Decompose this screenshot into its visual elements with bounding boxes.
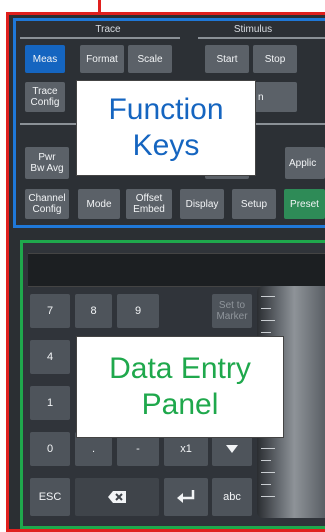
callout-panel-line: Panel bbox=[141, 388, 219, 421]
enter-key[interactable] bbox=[164, 478, 208, 516]
backspace-key[interactable] bbox=[75, 478, 159, 516]
meas-key[interactable]: Meas bbox=[25, 45, 65, 73]
group-label-stimulus: Stimulus bbox=[233, 24, 273, 35]
key-7[interactable]: 7 bbox=[30, 294, 70, 328]
key-8[interactable]: 8 bbox=[75, 294, 112, 328]
knob-tick bbox=[261, 496, 275, 497]
stop-key[interactable]: Stop bbox=[253, 45, 297, 73]
setup-key[interactable]: Setup bbox=[232, 189, 276, 219]
knob-tick bbox=[261, 484, 271, 485]
entry-display-field[interactable] bbox=[28, 253, 325, 287]
caret-down-icon bbox=[226, 445, 238, 453]
group-label-trace: Trace bbox=[95, 24, 121, 35]
offset-embed-key[interactable]: Offset Embed bbox=[126, 189, 172, 219]
preset-key[interactable]: Preset bbox=[284, 189, 325, 219]
knob-tick bbox=[261, 320, 275, 321]
knob-tick bbox=[261, 448, 275, 449]
format-key[interactable]: Format bbox=[80, 45, 124, 73]
knob-tick bbox=[261, 308, 271, 309]
separator-trace bbox=[20, 37, 180, 39]
trace-config-key[interactable]: Trace Config bbox=[25, 82, 65, 112]
knob-tick bbox=[261, 332, 271, 333]
key-4[interactable]: 4 bbox=[30, 340, 70, 374]
channel-config-key[interactable]: Channel Config bbox=[25, 189, 69, 219]
knob-tick bbox=[261, 460, 271, 461]
data-entry-callout: Data Entry Panel bbox=[76, 336, 284, 438]
enter-icon bbox=[177, 490, 195, 503]
set-to-marker-key[interactable]: Set to Marker bbox=[212, 294, 252, 328]
start-key[interactable]: Start bbox=[205, 45, 249, 73]
callout-function-line: Function bbox=[108, 93, 224, 126]
mode-key[interactable]: Mode bbox=[78, 189, 120, 219]
key-1[interactable]: 1 bbox=[30, 386, 70, 420]
backspace-icon bbox=[108, 491, 126, 503]
callout-keys-line: Keys bbox=[132, 129, 200, 162]
partial-key-n[interactable]: n bbox=[253, 82, 297, 112]
applic-key[interactable]: Applic bbox=[285, 147, 325, 179]
scale-key[interactable]: Scale bbox=[128, 45, 172, 73]
separator-stimulus bbox=[198, 37, 325, 39]
knob-tick bbox=[261, 472, 275, 473]
knob-tick bbox=[261, 296, 275, 297]
key-0[interactable]: 0 bbox=[30, 432, 70, 466]
function-keys-callout: Function Keys bbox=[76, 80, 256, 176]
display-key[interactable]: Display bbox=[180, 189, 224, 219]
key-9[interactable]: 9 bbox=[117, 294, 159, 328]
callout-data-entry-line: Data Entry bbox=[109, 352, 251, 385]
pwr-bw-avg-key[interactable]: Pwr Bw Avg bbox=[25, 147, 69, 179]
esc-key[interactable]: ESC bbox=[30, 478, 70, 516]
abc-key[interactable]: abc bbox=[212, 478, 252, 516]
